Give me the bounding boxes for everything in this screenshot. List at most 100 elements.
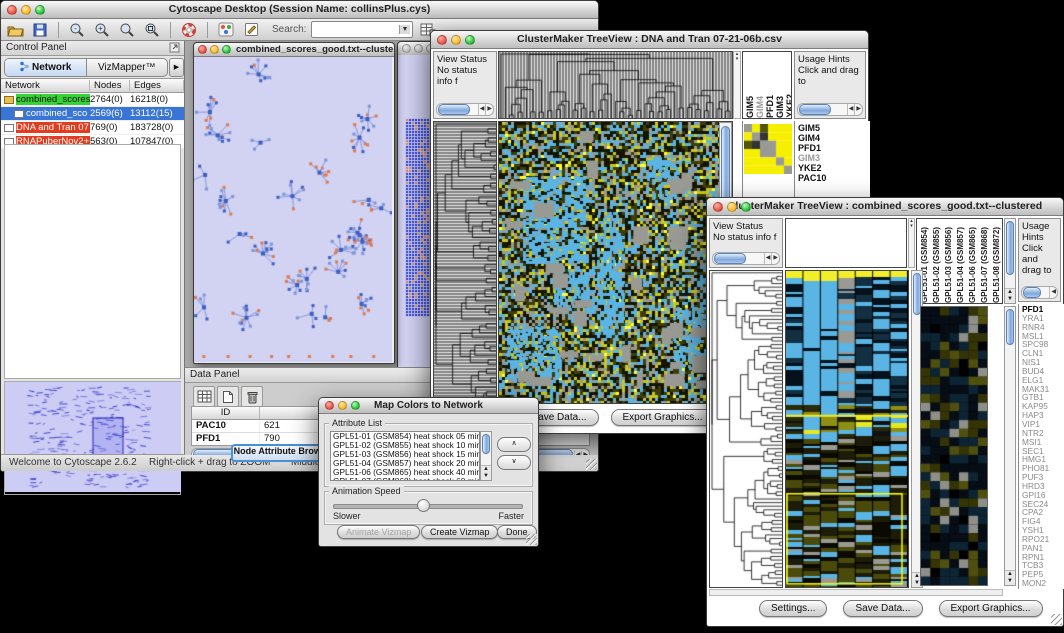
zoom-in-icon[interactable]: + bbox=[92, 20, 112, 39]
save-icon[interactable] bbox=[30, 20, 50, 39]
vscroll-thumb[interactable] bbox=[1006, 309, 1014, 345]
heatmap-secondary-canvas[interactable] bbox=[921, 307, 987, 585]
vscroll-thumb[interactable] bbox=[1006, 221, 1014, 275]
usage-hints-scrollbar[interactable]: ◀ bbox=[1021, 286, 1058, 299]
move-up-button[interactable]: ∧ bbox=[497, 437, 531, 452]
scroll-left-icon[interactable]: ◀ bbox=[478, 104, 486, 115]
attribute-list[interactable]: GPL51-01 (GSM854) heat shock 05 minGPL51… bbox=[330, 431, 480, 481]
network-tree-row[interactable]: DNA and Tran 07 769(0) 183728(0) bbox=[1, 121, 184, 135]
slider-thumb[interactable] bbox=[417, 499, 430, 512]
dendro-scroll-sliver[interactable]: ▴▾ bbox=[733, 51, 741, 119]
animate-vizmap-button[interactable]: Animate Vizmap bbox=[337, 525, 420, 539]
dialog-titlebar[interactable]: Map Colors to Network bbox=[319, 398, 538, 414]
scroll-left-icon[interactable]: ◀ bbox=[574, 451, 582, 455]
heatmap-main[interactable]: ▲▼ bbox=[498, 121, 733, 404]
row-dendrogram-canvas[interactable] bbox=[434, 122, 496, 403]
column-label[interactable]: YKE2 bbox=[786, 94, 792, 118]
column-label[interactable]: GPL51-02 (GSM855) bbox=[932, 227, 942, 303]
minimize-button[interactable] bbox=[338, 401, 347, 410]
resize-grip[interactable] bbox=[1051, 614, 1062, 625]
network-overview-canvas[interactable] bbox=[5, 382, 181, 492]
network-view-canvas[interactable] bbox=[194, 57, 392, 362]
minimize-button[interactable] bbox=[21, 5, 31, 15]
heatmap-main[interactable] bbox=[785, 270, 909, 588]
scroll-up-icon[interactable]: ▲ bbox=[483, 466, 489, 472]
search-input[interactable]: ▼ bbox=[311, 21, 413, 38]
treeview-button[interactable]: Export Graphics... bbox=[939, 600, 1043, 617]
close-button[interactable] bbox=[402, 44, 411, 53]
zoom-fit-icon[interactable] bbox=[142, 20, 162, 39]
tab-vizmapper[interactable]: VizMapper™ bbox=[87, 59, 168, 76]
gene-label[interactable]: MON2 bbox=[1022, 579, 1064, 588]
help-icon[interactable] bbox=[179, 20, 199, 39]
column-label[interactable]: PFD1 bbox=[766, 95, 774, 118]
close-button[interactable] bbox=[7, 5, 17, 15]
column-label[interactable]: GPL51-08 (GSM872) bbox=[992, 227, 1002, 303]
column-labels-vscrollbar[interactable]: ▲▼ bbox=[1004, 218, 1016, 304]
column-label[interactable]: GPL51-03 (GSM856) bbox=[944, 227, 954, 303]
create-vizmap-button[interactable]: Create Vizmap bbox=[421, 525, 498, 539]
usage-hints-scrollbar[interactable]: ◀ ▶ bbox=[797, 103, 863, 116]
zoom-button[interactable] bbox=[222, 45, 231, 54]
cluster-matrix-canvas[interactable] bbox=[744, 124, 792, 174]
heatmap-canvas[interactable] bbox=[499, 122, 719, 403]
view-status-scrollbar[interactable]: ◀ ▶ bbox=[712, 252, 780, 265]
scroll-right-icon[interactable]: ▶ bbox=[854, 104, 862, 115]
row-dendrogram[interactable] bbox=[709, 270, 783, 588]
hscroll-thumb[interactable] bbox=[714, 253, 746, 264]
scroll-left-icon[interactable]: ◀ bbox=[847, 104, 855, 115]
column-label[interactable]: GPL51-07 (GSM868) bbox=[980, 227, 990, 303]
close-button[interactable] bbox=[437, 35, 447, 45]
scroll-up-icon[interactable]: ▲ bbox=[1007, 289, 1013, 295]
zoom-button[interactable] bbox=[35, 5, 45, 15]
search-dropdown-icon[interactable]: ▼ bbox=[399, 25, 411, 34]
treeview1-titlebar[interactable]: ClusterMaker TreeView : DNA and Tran 07-… bbox=[431, 31, 868, 49]
column-label[interactable]: GIM5 bbox=[746, 96, 754, 118]
dendro-scroll-sliver[interactable]: ▴▾ bbox=[908, 218, 915, 268]
scroll-up-icon[interactable]: ▲ bbox=[1007, 571, 1013, 577]
column-label[interactable]: GPL51-06 (GSM865) bbox=[968, 227, 978, 303]
zoom-button[interactable] bbox=[465, 35, 475, 45]
annotation-icon[interactable] bbox=[241, 20, 261, 39]
scroll-down-icon[interactable]: ▼ bbox=[483, 473, 489, 479]
scroll-down-icon[interactable]: ▼ bbox=[1007, 296, 1013, 302]
minimize-button[interactable] bbox=[210, 45, 219, 54]
column-label[interactable]: GPL51-04 (GSM857) bbox=[956, 227, 966, 303]
minimize-button[interactable] bbox=[451, 35, 461, 45]
tab-network[interactable]: Network bbox=[5, 59, 87, 76]
vscroll-thumb[interactable] bbox=[482, 434, 490, 454]
hscroll-thumb[interactable] bbox=[799, 104, 831, 115]
resize-grip[interactable] bbox=[586, 459, 597, 470]
column-label[interactable]: GIM4 bbox=[756, 96, 764, 118]
float-panel-icon[interactable] bbox=[169, 42, 180, 58]
zoom-button[interactable] bbox=[351, 401, 360, 410]
gene-label[interactable]: GIM4 bbox=[798, 133, 870, 143]
resize-grip[interactable] bbox=[526, 534, 537, 545]
hscroll-thumb[interactable] bbox=[1023, 287, 1041, 298]
minimize-button[interactable] bbox=[414, 44, 423, 53]
top-dendrogram-canvas[interactable] bbox=[499, 52, 732, 118]
zoom-button[interactable] bbox=[741, 202, 751, 212]
delete-attribute-icon[interactable] bbox=[241, 386, 263, 407]
scroll-down-icon[interactable]: ▼ bbox=[1007, 578, 1013, 584]
zoom-selected-icon[interactable] bbox=[117, 20, 137, 39]
gene-label[interactable]: YKE2 bbox=[798, 163, 870, 173]
row-dendrogram[interactable] bbox=[433, 121, 497, 404]
treeview2-titlebar[interactable]: ClusterMaker TreeView : combined_scores_… bbox=[707, 198, 1063, 216]
network-tree-row[interactable]: combined_scores 2764(0) 16218(0) bbox=[1, 93, 184, 107]
network-tree-row[interactable]: combined_sco 2569(6) 13112(15) bbox=[1, 107, 184, 121]
vizmapper-icon[interactable] bbox=[216, 20, 236, 39]
scroll-left-icon[interactable]: ◀ bbox=[1049, 287, 1057, 298]
scroll-left-icon[interactable]: ◀ bbox=[764, 253, 772, 264]
gene-label[interactable]: GIM5 bbox=[798, 123, 870, 133]
treeview-button[interactable]: Export Graphics... bbox=[611, 409, 715, 426]
scroll-right-icon[interactable]: ▶ bbox=[581, 451, 589, 455]
minimize-button[interactable] bbox=[727, 202, 737, 212]
open-file-icon[interactable] bbox=[5, 20, 25, 39]
bottom-hscroll-track[interactable] bbox=[709, 589, 1003, 596]
gene-label[interactable]: GIM3 bbox=[798, 153, 870, 163]
more-tabs-button[interactable]: ▶ bbox=[169, 58, 184, 77]
scroll-right-icon[interactable]: ▶ bbox=[485, 104, 493, 115]
scroll-right-icon[interactable]: ▶ bbox=[771, 253, 779, 264]
row-dendrogram-canvas[interactable] bbox=[710, 271, 782, 587]
